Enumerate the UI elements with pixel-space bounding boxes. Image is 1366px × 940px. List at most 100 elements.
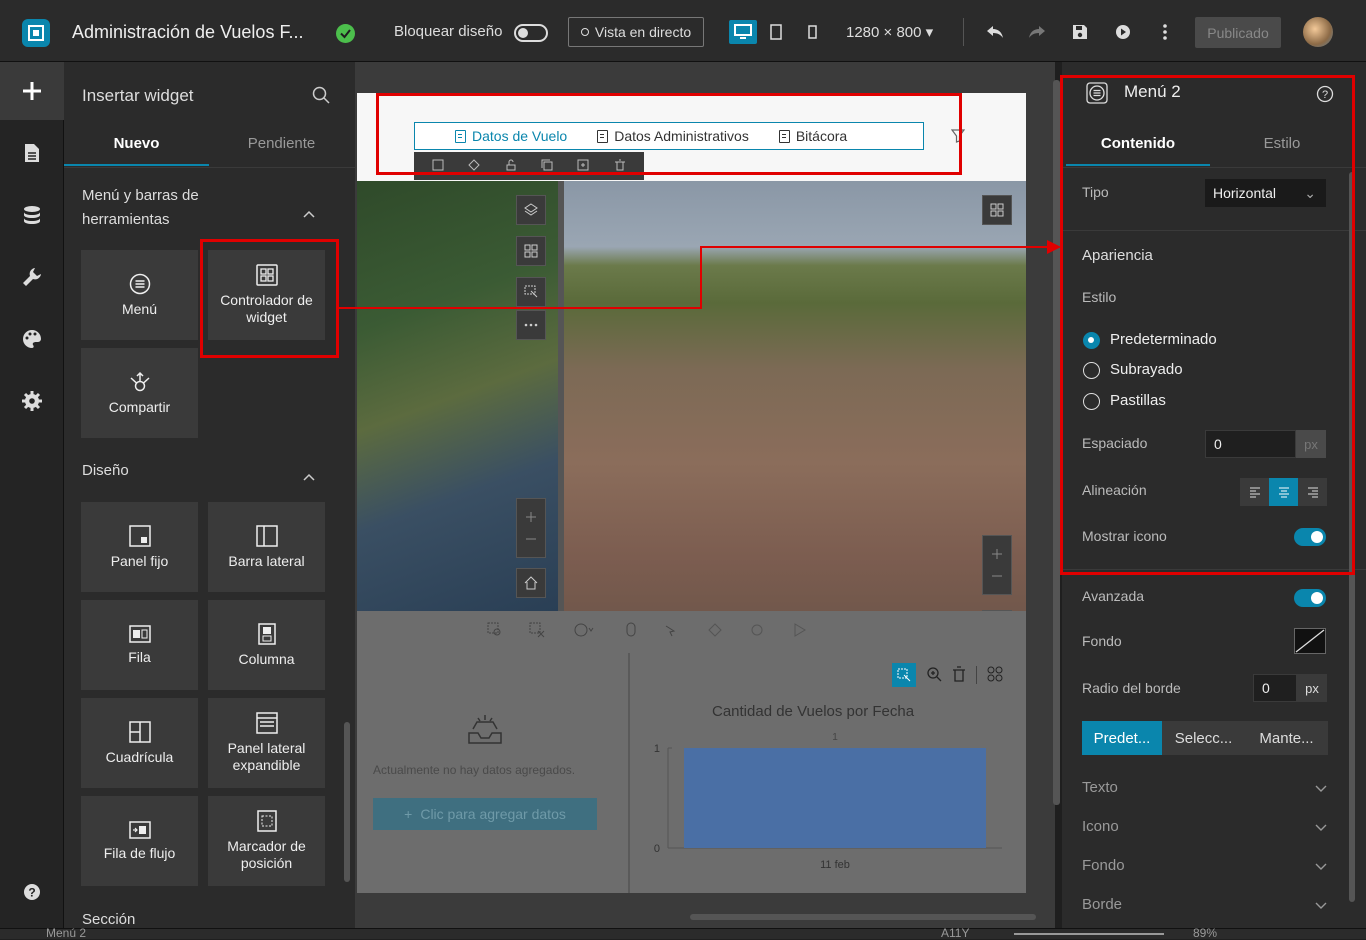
widget-card-share[interactable]: Compartir: [81, 348, 198, 438]
delete-icon[interactable]: [614, 158, 626, 174]
preview-icon[interactable]: [1111, 20, 1135, 44]
show-icon-toggle[interactable]: [1294, 528, 1326, 546]
delete-icon[interactable]: [952, 665, 966, 685]
help-icon[interactable]: ?: [1316, 85, 1334, 103]
screen-size-dropdown[interactable]: 1280 × 800 ▾: [846, 23, 933, 41]
align-center-icon[interactable]: [1269, 478, 1298, 506]
tab-style[interactable]: Estilo: [1210, 124, 1354, 166]
tab-content[interactable]: Contenido: [1066, 124, 1210, 166]
live-view-button[interactable]: Vista en directo: [568, 17, 704, 47]
chevron-up-icon[interactable]: [302, 207, 316, 221]
section-title-section[interactable]: Sección: [82, 908, 135, 928]
radio-default[interactable]: [1083, 332, 1100, 349]
wrench-icon[interactable]: [0, 248, 64, 306]
collapsible-border[interactable]: Borde: [1082, 896, 1328, 913]
help-icon[interactable]: ?: [0, 863, 64, 921]
radio-underline[interactable]: [1083, 362, 1100, 379]
layers-icon[interactable]: [516, 195, 546, 225]
page-icon[interactable]: [0, 124, 64, 182]
lock-layout-toggle[interactable]: [514, 24, 548, 42]
desktop-icon[interactable]: [729, 20, 757, 44]
widget-card-expandable-panel[interactable]: Panel lateral expandible: [208, 698, 325, 788]
collapsible-icon[interactable]: Icono: [1082, 818, 1328, 835]
zoom-select-icon[interactable]: [487, 622, 503, 641]
menu-widget[interactable]: Datos de Vuelo Datos Administrativos Bit…: [414, 122, 924, 150]
mouse-icon[interactable]: [625, 622, 637, 641]
undo-icon[interactable]: [983, 20, 1007, 44]
state-tab-hover[interactable]: Mante...: [1245, 721, 1328, 755]
collapsible-text[interactable]: Texto: [1082, 779, 1328, 796]
publish-button[interactable]: Publicado: [1195, 17, 1281, 48]
widget-controller-icon[interactable]: [516, 236, 546, 266]
widget-controller-icon[interactable]: [987, 666, 1003, 685]
duplicate-icon[interactable]: [577, 158, 589, 174]
menu-item-admin-data[interactable]: Datos Administrativos: [597, 128, 749, 144]
zoom-control[interactable]: [982, 535, 1012, 595]
save-icon[interactable]: [1068, 20, 1092, 44]
bar-chart[interactable]: 0 1 1 11 feb: [632, 728, 1026, 893]
radio-pills[interactable]: [1083, 393, 1100, 410]
more-options-icon[interactable]: [1153, 20, 1177, 44]
tablet-icon[interactable]: [766, 20, 786, 44]
zoom-in-icon[interactable]: [926, 666, 942, 685]
align-right-icon[interactable]: [1298, 478, 1327, 506]
canvas-vertical-scrollbar[interactable]: [1053, 80, 1060, 805]
add-widget-icon[interactable]: [0, 62, 64, 120]
timer-icon[interactable]: [573, 622, 595, 641]
copy-icon[interactable]: [541, 158, 553, 174]
select-tool-icon[interactable]: [892, 663, 916, 687]
widget-card-sidebar[interactable]: Barra lateral: [208, 502, 325, 592]
select-tool-icon[interactable]: [516, 277, 546, 307]
theme-palette-icon[interactable]: [0, 310, 64, 368]
more-icon[interactable]: [516, 310, 546, 340]
widget-controller-icon[interactable]: [982, 195, 1012, 225]
zoom-slider[interactable]: [1014, 933, 1164, 935]
select-tool-icon[interactable]: [663, 623, 677, 640]
advanced-toggle[interactable]: [1294, 589, 1326, 607]
radio-default-label[interactable]: Predeterminado: [1110, 331, 1217, 348]
state-tab-default[interactable]: Predet...: [1082, 721, 1162, 755]
background-color-swatch[interactable]: [1294, 628, 1326, 654]
redo-icon[interactable]: [1025, 20, 1049, 44]
tab-new[interactable]: Nuevo: [64, 124, 209, 166]
widget-card-flow-row[interactable]: Fila de flujo: [81, 796, 198, 886]
app-title[interactable]: Administración de Vuelos F...: [72, 22, 303, 43]
accessibility-label[interactable]: A11Y: [941, 926, 969, 940]
radio-underline-label[interactable]: Subrayado: [1110, 361, 1183, 378]
widget-card-menu[interactable]: Menú: [81, 250, 198, 340]
section-title-menus[interactable]: Menú y barras de herramientas: [82, 184, 262, 232]
canvas-horizontal-scrollbar[interactable]: [690, 914, 1036, 920]
app-logo-icon[interactable]: [22, 19, 50, 47]
clear-selection-icon[interactable]: [529, 622, 545, 641]
search-icon[interactable]: [312, 86, 330, 107]
menu-item-flight-data[interactable]: Datos de Vuelo: [455, 128, 567, 144]
widget-card-row[interactable]: Fila: [81, 600, 198, 690]
settings-gear-icon[interactable]: [0, 372, 64, 430]
panel-scrollbar[interactable]: [344, 722, 350, 882]
radio-pills-label[interactable]: Pastillas: [1110, 392, 1166, 409]
eraser-icon[interactable]: [708, 622, 722, 640]
widget-card-fixed-panel[interactable]: Panel fijo: [81, 502, 198, 592]
menu-item-log[interactable]: Bitácora: [778, 128, 847, 144]
spacing-input[interactable]: 0: [1205, 430, 1296, 458]
select-icon[interactable]: [432, 158, 444, 174]
layers-icon[interactable]: [468, 158, 481, 174]
widget-title[interactable]: Menú 2: [1124, 82, 1181, 102]
tab-pending[interactable]: Pendiente: [209, 124, 354, 166]
play-icon[interactable]: [794, 622, 806, 640]
unlock-icon[interactable]: [505, 158, 517, 174]
map-view-3d[interactable]: [564, 181, 1026, 651]
widget-card-column[interactable]: Columna: [208, 600, 325, 690]
mobile-icon[interactable]: [802, 20, 822, 44]
state-tab-selected[interactable]: Selecc...: [1162, 721, 1245, 755]
home-icon[interactable]: [516, 568, 546, 598]
align-left-icon[interactable]: [1240, 478, 1269, 506]
widget-card-placeholder[interactable]: Marcador de posición: [208, 796, 325, 886]
properties-scrollbar[interactable]: [1349, 172, 1355, 902]
type-select[interactable]: Horizontal ⌄: [1205, 179, 1326, 207]
add-data-button[interactable]: + Clic para agregar datos: [373, 798, 597, 830]
zoom-control[interactable]: [516, 498, 546, 558]
collapsible-background[interactable]: Fondo: [1082, 857, 1328, 874]
section-title-layout[interactable]: Diseño: [82, 459, 129, 483]
widget-card-grid[interactable]: Cuadrícula: [81, 698, 198, 788]
